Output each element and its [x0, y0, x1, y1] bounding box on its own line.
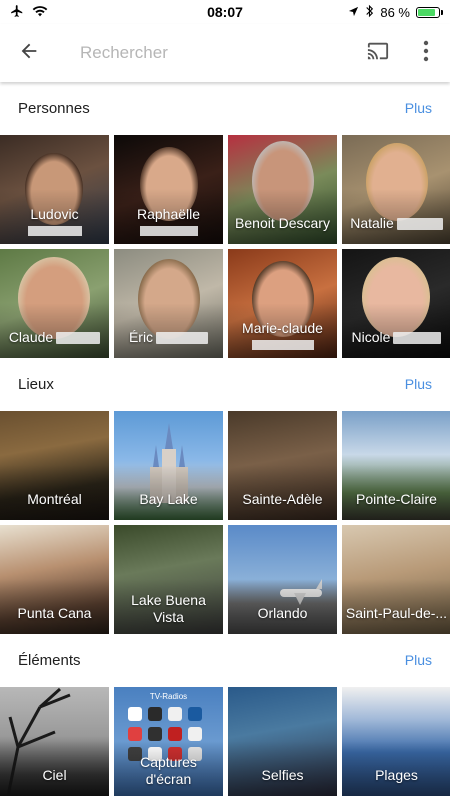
things-section-title: Éléments — [18, 651, 81, 669]
person-tile-nicole[interactable]: Nicole — [342, 249, 450, 358]
place-name: Punta Cana — [17, 605, 92, 621]
things-more-link[interactable]: Plus — [405, 652, 432, 668]
back-button[interactable] — [0, 24, 58, 82]
person-name: Raphaëlle — [136, 206, 201, 222]
redacted-surname — [27, 226, 82, 236]
person-tile-natalie[interactable]: Natalie — [342, 135, 450, 244]
things-section-header: Éléments Plus — [0, 645, 450, 675]
more-options-button[interactable] — [406, 24, 446, 82]
arrow-back-icon — [18, 40, 40, 67]
place-name: Orlando — [257, 605, 308, 621]
cast-icon — [365, 40, 391, 67]
thing-name: Plages — [375, 767, 418, 783]
places-section-header: Lieux Plus — [0, 369, 450, 399]
person-name: Claude — [8, 329, 54, 345]
thing-name: Selfies — [261, 767, 304, 783]
person-name: Marie-claude — [242, 320, 323, 336]
redacted-surname — [393, 332, 442, 345]
place-tile-montreal[interactable]: Montréal — [0, 411, 109, 520]
place-name: Montréal — [27, 491, 82, 507]
redacted-surname — [251, 340, 314, 350]
people-section-title: Personnes — [18, 99, 90, 117]
person-name: Natalie — [350, 215, 394, 231]
thing-tile-selfies[interactable]: Selfies — [228, 687, 337, 796]
place-name: Saint-Paul-de-... — [345, 605, 448, 621]
thing-name: Captures d'écran — [140, 754, 197, 787]
status-bar: 08:07 86 % — [0, 0, 450, 24]
person-tile-marie-claude[interactable]: Marie-claude — [228, 249, 337, 358]
person-name: Nicole — [351, 329, 391, 345]
screenshot-folder-caption: TV-Radios — [149, 692, 188, 701]
redacted-surname — [396, 218, 443, 231]
app-screen: 08:07 86 % Rechercher Personnes Plus Lud… — [0, 0, 450, 800]
thing-tile-captures[interactable]: TV-Radios Captures d'écran — [114, 687, 223, 796]
redacted-surname — [156, 332, 209, 345]
person-tile-raphaelle[interactable]: Raphaëlle — [114, 135, 223, 244]
cast-button[interactable] — [356, 24, 400, 82]
person-name: Ludovic — [30, 206, 79, 222]
thing-name: Ciel — [42, 767, 67, 783]
person-tile-eric[interactable]: Éric — [114, 249, 223, 358]
place-name: Sainte-Adèle — [242, 491, 323, 507]
location-arrow-icon — [348, 5, 359, 20]
thing-tile-plages[interactable]: Plages — [342, 687, 450, 796]
redacted-surname — [139, 226, 198, 236]
more-vert-icon — [423, 40, 429, 67]
place-tile-pointe-claire[interactable]: Pointe-Claire — [342, 411, 450, 520]
person-name: Benoit Descary — [235, 215, 330, 231]
place-tile-punta-cana[interactable]: Punta Cana — [0, 525, 109, 634]
place-tile-lake-buena-vista[interactable]: Lake Buena Vista — [114, 525, 223, 634]
place-name: Bay Lake — [139, 491, 198, 507]
place-tile-saint-paul[interactable]: Saint-Paul-de-... — [342, 525, 450, 634]
person-tile-claude[interactable]: Claude — [0, 249, 109, 358]
place-name: Pointe-Claire — [356, 491, 437, 507]
person-name: Éric — [128, 329, 154, 345]
place-tile-sainte-adele[interactable]: Sainte-Adèle — [228, 411, 337, 520]
airplane-icon — [10, 4, 24, 21]
battery-icon — [416, 6, 443, 18]
status-left — [10, 4, 48, 21]
bluetooth-icon — [365, 4, 374, 21]
thing-tile-ciel[interactable]: Ciel — [0, 687, 109, 796]
search-input[interactable] — [58, 33, 356, 73]
person-tile-ludovic[interactable]: Ludovic — [0, 135, 109, 244]
place-name: Lake Buena Vista — [131, 592, 206, 625]
wifi-icon — [32, 5, 48, 20]
redacted-surname — [56, 332, 101, 345]
people-section-header: Personnes Plus — [0, 93, 450, 123]
places-more-link[interactable]: Plus — [405, 376, 432, 392]
people-more-link[interactable]: Plus — [405, 100, 432, 116]
place-tile-bay-lake[interactable]: Bay Lake — [114, 411, 223, 520]
person-tile-benoit-descary[interactable]: Benoit Descary — [228, 135, 337, 244]
battery-percent: 86 % — [380, 4, 410, 20]
place-tile-orlando[interactable]: Orlando — [228, 525, 337, 634]
status-right: 86 % — [348, 4, 443, 21]
search-app-bar — [0, 24, 450, 82]
places-section-title: Lieux — [18, 375, 54, 393]
